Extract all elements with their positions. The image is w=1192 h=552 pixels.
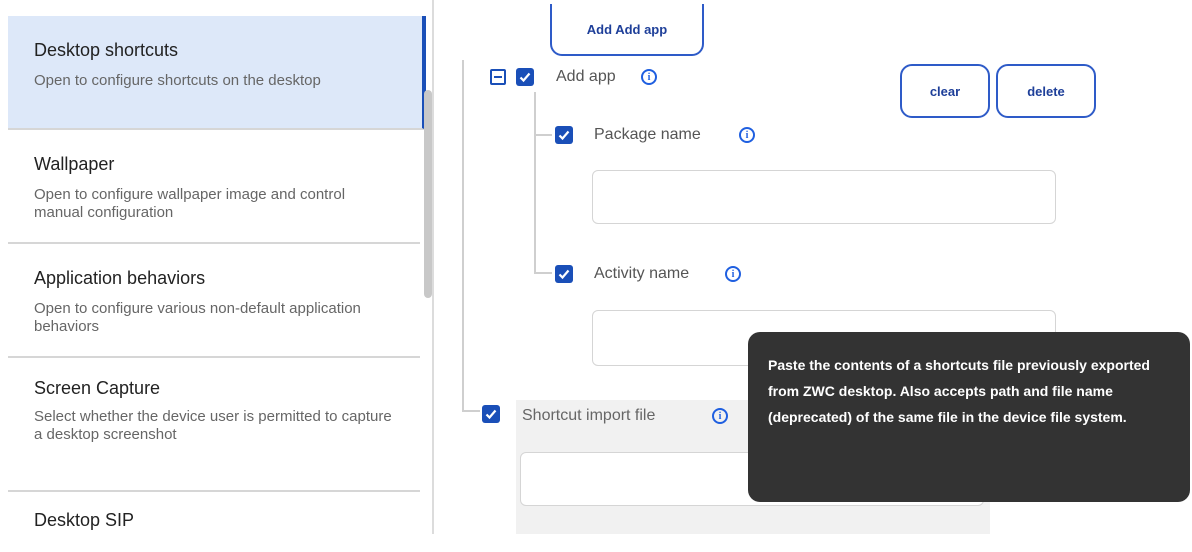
check-icon — [558, 269, 570, 280]
package-name-label: Package name — [594, 126, 701, 143]
sidebar-item-title: Wallpaper — [34, 154, 115, 174]
sidebar-item-desktop-sip[interactable]: Desktop SIP — [8, 492, 420, 552]
info-icon[interactable]: i — [712, 408, 728, 424]
sidebar-item-title: Desktop SIP — [34, 510, 135, 530]
info-icon[interactable]: i — [739, 127, 755, 143]
sidebar-item-desc: Open to configure various non-default ap… — [34, 300, 361, 335]
tree-line — [462, 60, 464, 412]
info-icon[interactable]: i — [725, 266, 741, 282]
sidebar-item-wallpaper[interactable]: Wallpaper Open to configure wallpaper im… — [8, 130, 420, 244]
tree-line — [462, 410, 480, 412]
info-tooltip: Paste the contents of a shortcuts file p… — [748, 332, 1190, 502]
add-app-checkbox[interactable] — [516, 68, 534, 86]
info-icon[interactable]: i — [641, 69, 657, 85]
sidebar-item-desktop-shortcuts[interactable]: Desktop shortcuts Open to configure shor… — [8, 16, 426, 130]
settings-sidebar: Desktop shortcuts Open to configure shor… — [0, 0, 432, 534]
sidebar-item-desc: Open to configure shortcuts on the deskt… — [34, 72, 321, 89]
sidebar-item-title: Application behaviors — [34, 268, 206, 288]
activity-name-checkbox[interactable] — [555, 265, 573, 283]
tree-line — [534, 92, 536, 274]
clear-button[interactable]: clear — [900, 64, 990, 118]
package-name-input[interactable] — [592, 170, 1056, 224]
collapse-icon[interactable] — [490, 69, 506, 85]
package-name-checkbox[interactable] — [555, 126, 573, 144]
sidebar-item-desc: Open to configure wallpaper image and co… — [34, 186, 346, 221]
sidebar-scrollbar[interactable] — [424, 90, 432, 298]
sidebar-item-desc: Select whether the device user is permit… — [34, 408, 392, 443]
check-icon — [485, 409, 497, 420]
delete-button[interactable]: delete — [996, 64, 1096, 118]
check-icon — [519, 72, 531, 83]
shortcut-import-label: Shortcut import file — [522, 407, 656, 424]
sidebar-item-application-behaviors[interactable]: Application behaviors Open to configure … — [8, 244, 420, 358]
sidebar-item-screen-capture[interactable]: Screen Capture Select whether the device… — [8, 358, 420, 492]
tree-line — [534, 272, 552, 274]
add-app-button[interactable]: Add Add app — [550, 4, 704, 56]
sidebar-item-title: Screen Capture — [34, 378, 161, 398]
check-icon — [558, 130, 570, 141]
panel-divider — [432, 0, 434, 534]
shortcut-import-checkbox[interactable] — [482, 405, 500, 423]
sidebar-item-title: Desktop shortcuts — [34, 40, 179, 60]
tree-line — [534, 134, 552, 136]
add-app-label: Add app — [556, 68, 616, 85]
activity-name-label: Activity name — [594, 265, 690, 282]
